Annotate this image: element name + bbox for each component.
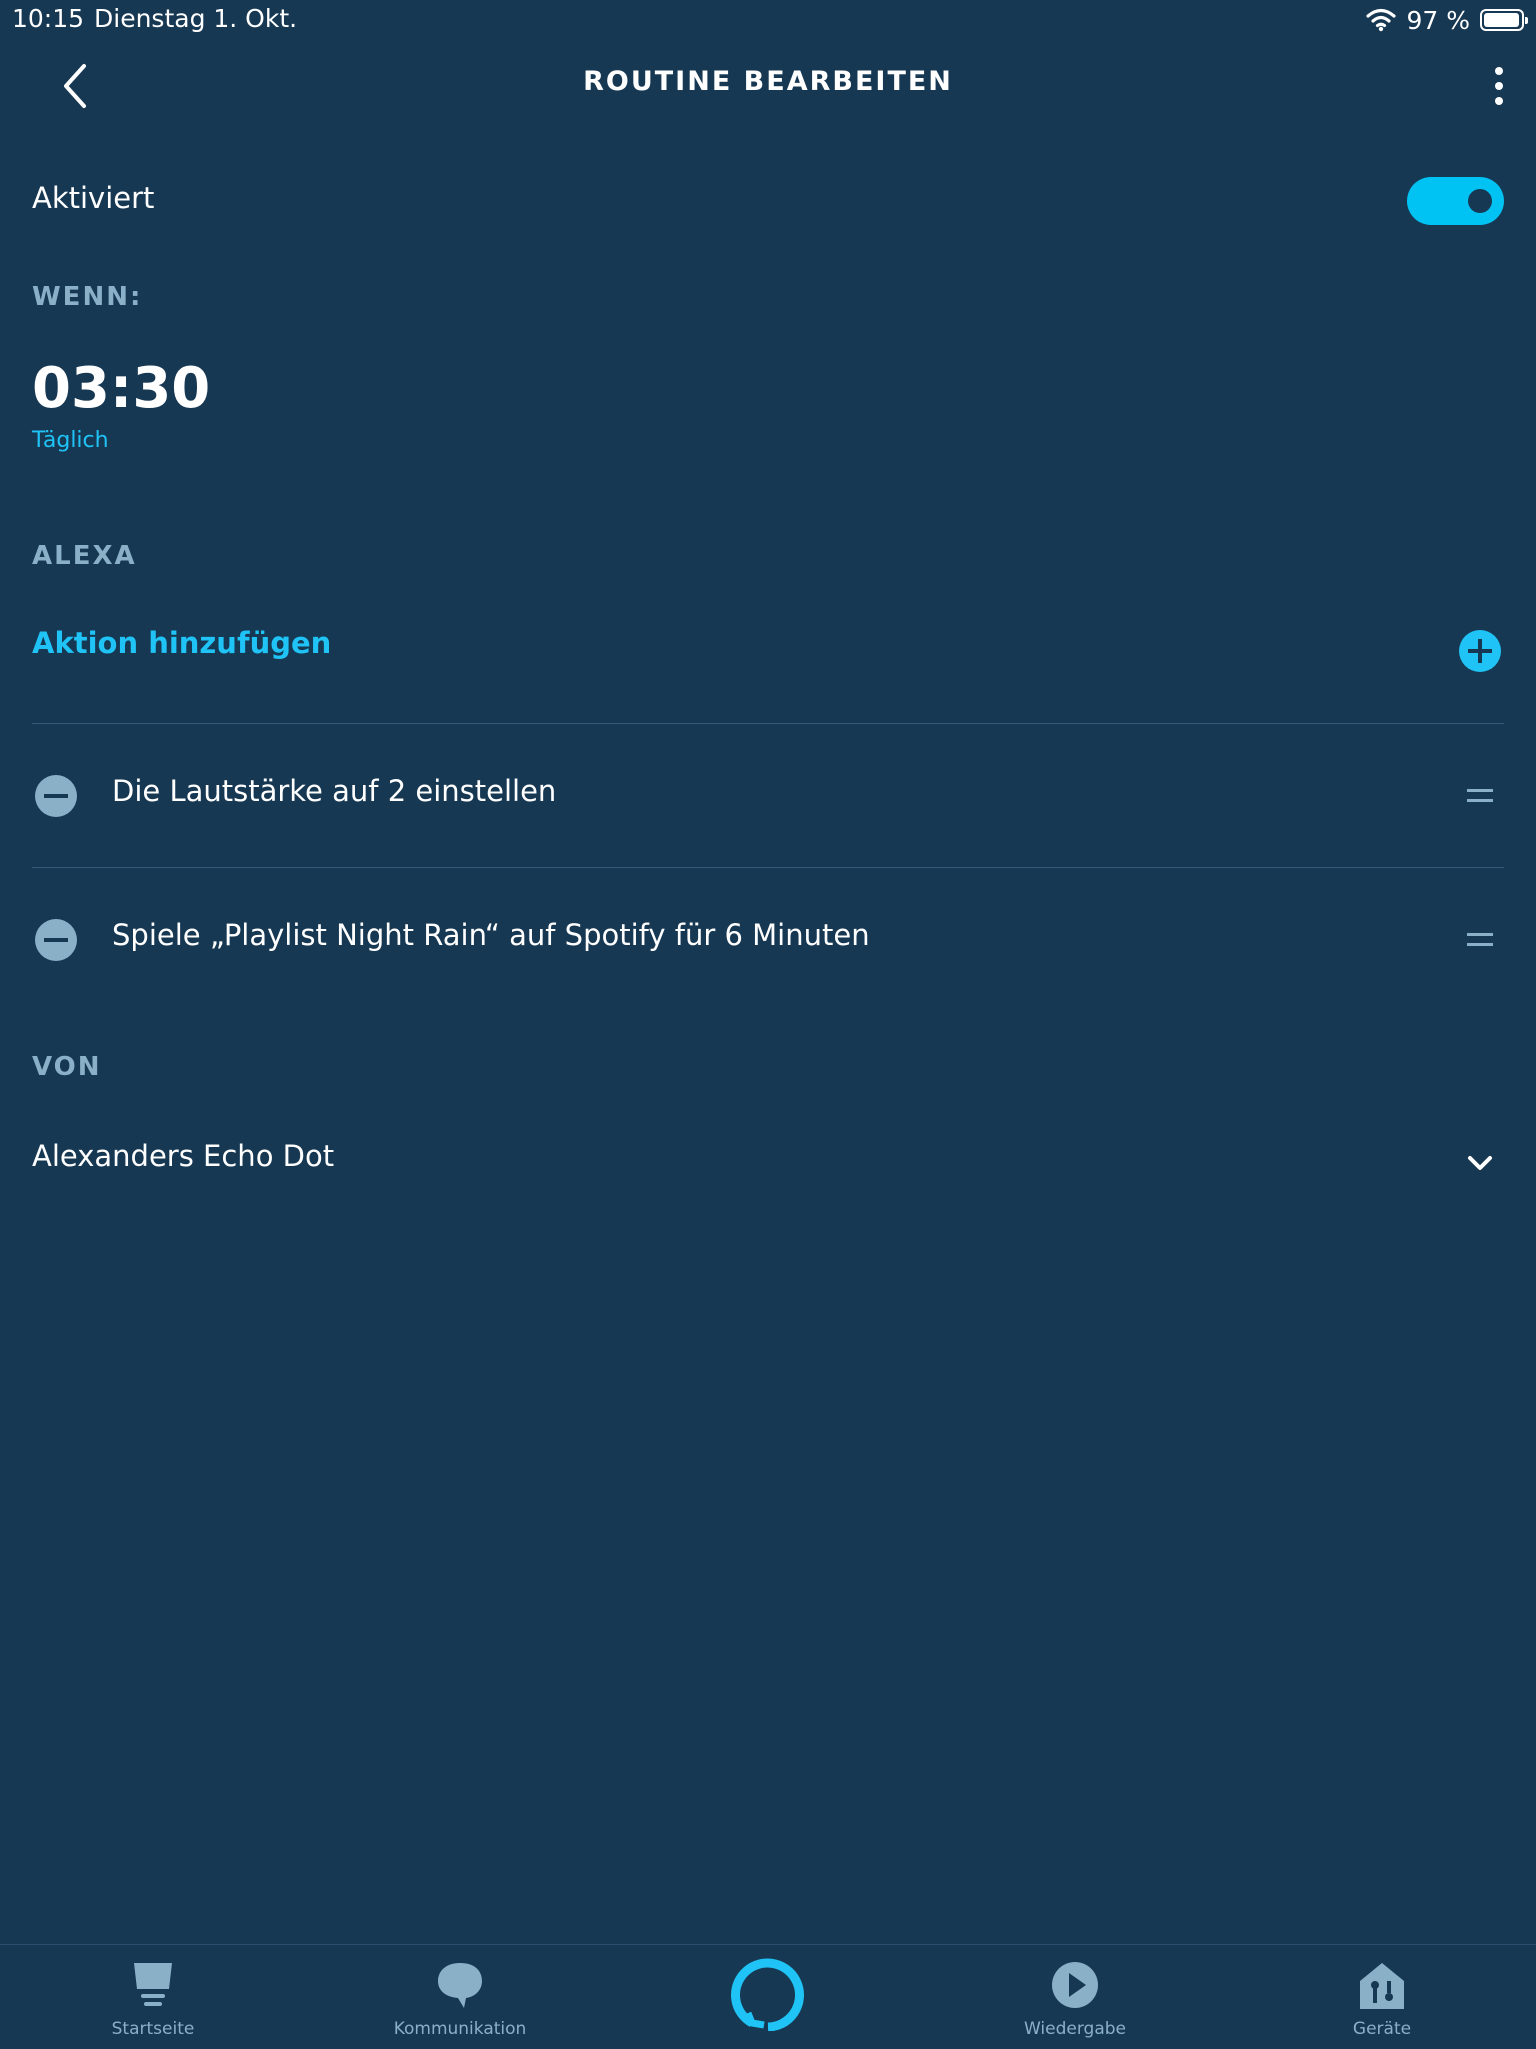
alexa-section-label: ALEXA [32,541,137,571]
alexa-button[interactable] [730,1955,806,2032]
when-section-label: WENN: [32,282,143,312]
status-time: 10:15 [12,4,85,33]
enabled-label: Aktiviert [32,181,155,215]
nav-play[interactable]: Wiedergabe [975,1945,1175,2049]
chat-bubble-icon [438,1963,482,2008]
battery-level [1484,13,1519,27]
nav-devices-label: Geräte [1352,2019,1412,2039]
divider [32,723,1504,724]
chevron-down-icon [1468,1156,1492,1170]
battery-percent: 97 % [1406,5,1470,35]
action-item-1[interactable]: Die Lautstärke auf 2 einstellen [112,774,556,808]
wifi-icon [1366,8,1397,32]
nav-communication-label: Kommunikation [393,2019,527,2039]
battery-icon [1480,9,1528,31]
status-indicators: 97 % [1366,2,1528,38]
more-vertical-icon [1495,67,1503,75]
drag-handle-icon[interactable] [1467,931,1493,949]
from-section-label: VON [32,1052,102,1082]
toggle-knob [1468,189,1492,213]
trigger-time[interactable]: 03:30 [32,356,210,421]
trigger-frequency[interactable]: Täglich [32,428,109,453]
enabled-toggle[interactable] [1407,177,1504,225]
nav-home[interactable]: Startseite [53,1945,253,2049]
nav-devices[interactable]: Geräte [1282,1945,1482,2049]
remove-action-1-icon[interactable] [35,775,77,817]
nav-home-label: Startseite [111,2019,195,2039]
devices-icon [1360,1963,1404,2009]
action-item-2[interactable]: Spiele „Playlist Night Rain“ auf Spotify… [112,918,870,952]
home-icon [134,1963,172,2006]
alexa-icon [731,1958,804,2032]
play-icon [1052,1962,1098,2008]
device-dropdown[interactable] [1466,1154,1494,1172]
add-icon[interactable] [1459,630,1501,672]
nav-play-label: Wiedergabe [1023,2019,1127,2039]
drag-handle-icon[interactable] [1467,787,1493,805]
nav-communication[interactable]: Kommunikation [360,1945,560,2049]
device-selector[interactable]: Alexanders Echo Dot [32,1139,334,1173]
divider [32,867,1504,868]
page-title: ROUTINE BEARBEITEN [583,66,953,97]
remove-action-2-icon[interactable] [35,919,77,961]
more-options-button[interactable] [1480,62,1518,110]
add-action-button[interactable]: Aktion hinzufügen [32,626,331,660]
status-date: Dienstag 1. Okt. [94,4,298,33]
